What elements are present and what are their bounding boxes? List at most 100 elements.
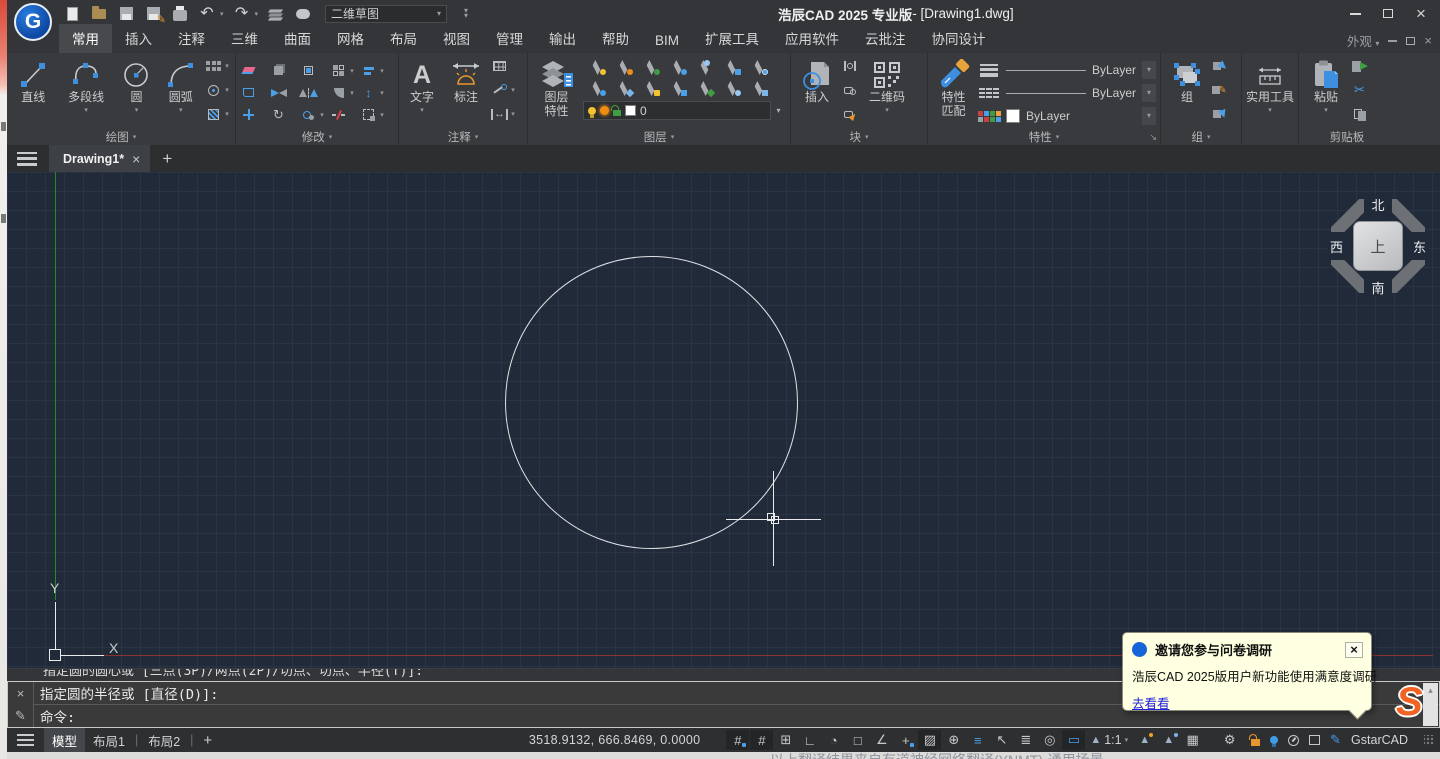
drawn-circle[interactable]	[505, 256, 798, 549]
stretch-button[interactable]: ↕	[360, 85, 377, 101]
layer-make-current-icon[interactable]	[669, 59, 687, 76]
tab-annotate[interactable]: 注释	[165, 24, 218, 53]
copy-clip-icon[interactable]	[1351, 106, 1368, 122]
scale-mirror-button[interactable]	[270, 85, 287, 101]
break-button[interactable]	[330, 107, 347, 123]
hardware-acceleration-toggle[interactable]: ▦	[1181, 730, 1204, 750]
annotation-visibility-toggle[interactable]: ▲	[1133, 730, 1156, 750]
layer-match-icon[interactable]	[696, 59, 713, 76]
tab-express-tools[interactable]: 扩展工具	[692, 24, 772, 53]
layer-thaw-icon[interactable]	[615, 59, 633, 76]
new-file-button[interactable]	[63, 5, 81, 23]
group-edit-icon[interactable]: ✎	[1211, 82, 1228, 98]
fullscreen-icon[interactable]	[1309, 735, 1321, 745]
layer-walk-icon[interactable]	[723, 80, 741, 97]
doc-minimize-button[interactable]	[1388, 39, 1398, 42]
tab-applications[interactable]: 应用软件	[772, 24, 852, 53]
comment-button[interactable]	[294, 5, 312, 23]
panel-label-draw[interactable]: 绘图 ▾	[7, 128, 235, 145]
mirror-button[interactable]	[299, 85, 318, 101]
view-compass[interactable]: 北 南 西 东 上	[1325, 193, 1431, 299]
new-layout-button[interactable]: +	[203, 732, 212, 749]
compass-south[interactable]: 南	[1364, 278, 1392, 297]
manage-attributes-icon[interactable]	[841, 106, 858, 122]
layout1-tab[interactable]: 布局1	[85, 728, 133, 753]
workspace-dropdown[interactable]: 二维草图 ▾	[325, 4, 448, 23]
status-menu-button[interactable]	[17, 734, 34, 746]
lineweight-dropdown[interactable]: ByLayer ▾	[1006, 60, 1156, 80]
object-snap-tracking-toggle[interactable]: ∠	[870, 730, 893, 750]
explode-button[interactable]	[270, 63, 287, 79]
layer-properties-button[interactable]: 图层 特性	[532, 57, 581, 125]
lineweight-icon[interactable]	[977, 63, 1001, 77]
tab-3d[interactable]: 三维	[218, 24, 271, 53]
erase-button[interactable]	[240, 63, 257, 79]
resize-grip[interactable]	[1424, 735, 1434, 745]
tab-layout[interactable]: 布局	[377, 24, 430, 53]
scale-button[interactable]	[300, 107, 317, 123]
layer-dropdown-arrow[interactable]: ▾	[771, 101, 786, 120]
layer-state-icon[interactable]	[750, 59, 768, 76]
tips-bulb-icon[interactable]	[1270, 736, 1279, 747]
qr-code-button[interactable]: 二维码 ▾	[860, 57, 914, 125]
auto-annotation-toggle[interactable]: ▲	[1157, 730, 1180, 750]
linetype-icon[interactable]	[977, 88, 1001, 98]
minimize-button[interactable]	[1342, 3, 1368, 25]
rectangle-array-icon[interactable]	[205, 58, 222, 74]
paste-button[interactable]: 粘贴 ▾	[1303, 57, 1349, 125]
redo-button[interactable]: ↷	[233, 5, 251, 23]
appearance-dropdown[interactable]: 外观 ▾	[1347, 31, 1380, 50]
cut-icon[interactable]: ✂	[1351, 82, 1368, 98]
performance-gauge-icon[interactable]	[1288, 734, 1300, 746]
fillet-button[interactable]	[330, 85, 347, 101]
edit-attribute-icon[interactable]	[841, 82, 858, 98]
line-button[interactable]: 直线	[11, 57, 56, 125]
layer-unisolate-icon[interactable]	[696, 80, 715, 97]
compass-top-face[interactable]: 上	[1353, 221, 1403, 271]
popup-link[interactable]: 去看看	[1132, 693, 1170, 712]
panel-label-group[interactable]: 组 ▾	[1161, 128, 1241, 145]
grid-toggle[interactable]: #	[750, 730, 774, 750]
gstarcad-logo[interactable]: G	[14, 3, 52, 41]
close-command-icon[interactable]: ×	[17, 687, 25, 700]
polyline-button[interactable]: 多段线 ▾	[58, 57, 115, 125]
layer-off-icon[interactable]	[588, 80, 606, 97]
ortho-toggle[interactable]: ∟	[798, 730, 821, 750]
copy-button[interactable]	[300, 63, 317, 79]
tab-help[interactable]: 帮助	[589, 24, 642, 53]
array-button[interactable]	[330, 63, 347, 79]
table-icon[interactable]	[491, 58, 508, 74]
doc-restore-button[interactable]	[1406, 36, 1416, 45]
selection-cycling-toggle[interactable]: ↖	[990, 730, 1013, 750]
compass-west[interactable]: 西	[1327, 232, 1346, 260]
command-scrollbar[interactable]: ▴	[1423, 683, 1438, 726]
layer-on-icon[interactable]	[588, 59, 606, 76]
panel-label-modify[interactable]: 修改 ▾	[236, 128, 398, 145]
ui-lock-icon[interactable]	[1249, 733, 1261, 746]
center-circle-icon[interactable]	[205, 82, 222, 98]
rectangle-revision-button[interactable]	[360, 107, 377, 123]
linear-dimension-icon[interactable]: ↔	[491, 106, 508, 122]
plot-style-button[interactable]	[267, 5, 285, 23]
color-palette-icon[interactable]	[977, 110, 1001, 122]
popup-close-button[interactable]: ×	[1345, 641, 1363, 658]
tab-cloud-markup[interactable]: 云批注	[852, 24, 919, 53]
document-menu-button[interactable]	[17, 151, 37, 166]
snap-reference-toggle[interactable]: ⊞	[774, 730, 797, 750]
hatch-icon[interactable]	[205, 106, 222, 122]
document-tab[interactable]: Drawing1* ×	[49, 145, 151, 172]
panel-label-clipboard[interactable]: 剪贴板	[1299, 128, 1395, 145]
open-file-button[interactable]	[90, 5, 108, 23]
group-button[interactable]: 组	[1165, 57, 1209, 125]
layout2-tab[interactable]: 布局2	[140, 728, 188, 753]
layer-isolate-toggle[interactable]: ≣	[1014, 730, 1037, 750]
rotate-button[interactable]: ↻	[270, 107, 287, 123]
panel-expander-icon[interactable]: ↘	[1149, 132, 1157, 143]
tab-bim[interactable]: BIM	[642, 29, 692, 53]
move-button[interactable]	[240, 107, 257, 123]
object-snap-toggle[interactable]: □	[846, 730, 869, 750]
qat-customize-button[interactable]: ▾ ▾	[464, 6, 468, 19]
plot-button[interactable]	[171, 5, 189, 23]
panel-label-layers[interactable]: 图层 ▾	[528, 128, 790, 145]
layer-merge-icon[interactable]	[750, 80, 768, 97]
